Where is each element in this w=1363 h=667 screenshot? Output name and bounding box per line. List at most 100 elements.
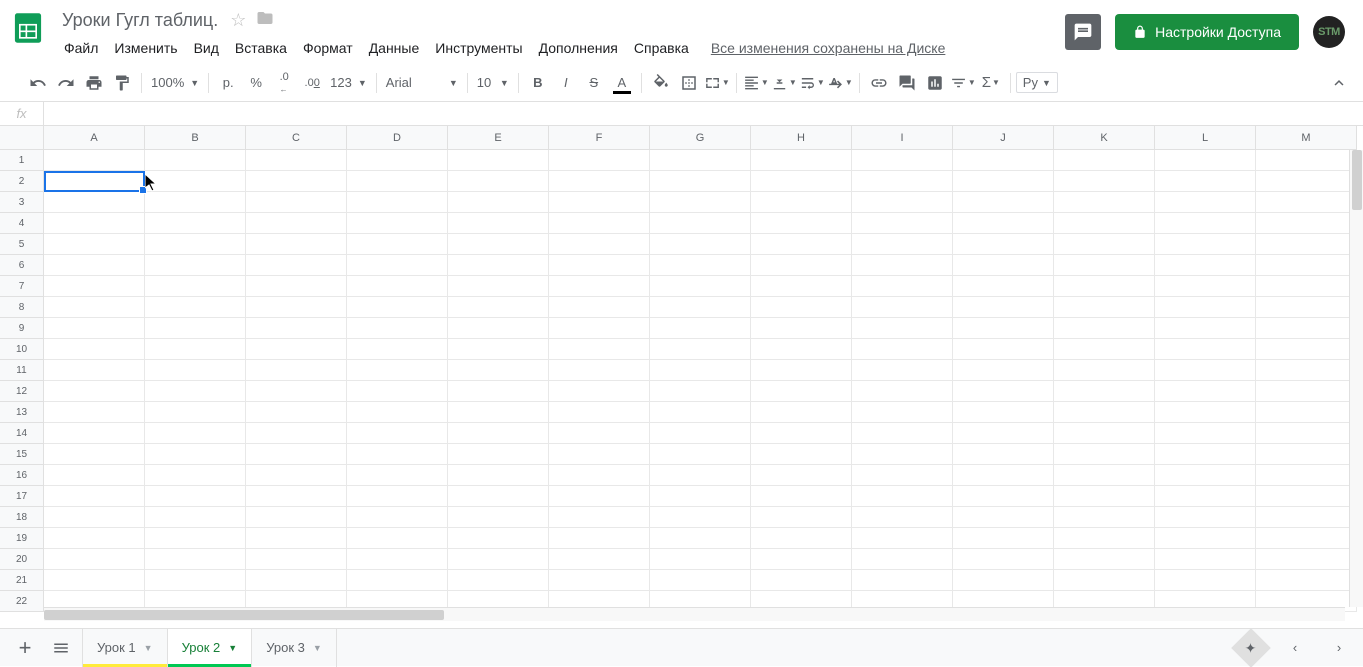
cell[interactable] [1054, 507, 1155, 528]
cell[interactable] [953, 297, 1054, 318]
cell[interactable] [44, 255, 145, 276]
cell[interactable] [347, 444, 448, 465]
cell[interactable] [347, 171, 448, 192]
cell[interactable] [448, 276, 549, 297]
cell[interactable] [347, 150, 448, 171]
chevron-down-icon[interactable]: ▼ [144, 643, 153, 653]
move-folder-icon[interactable] [256, 9, 274, 32]
cell[interactable] [751, 423, 852, 444]
input-method-button[interactable]: Ру▼ [1016, 72, 1058, 93]
cell[interactable] [650, 150, 751, 171]
cell[interactable] [44, 360, 145, 381]
cell[interactable] [1256, 213, 1357, 234]
cell[interactable] [1256, 297, 1357, 318]
cell[interactable] [1155, 192, 1256, 213]
cell[interactable] [751, 318, 852, 339]
cell[interactable] [1054, 381, 1155, 402]
cell[interactable] [145, 444, 246, 465]
cell[interactable] [145, 297, 246, 318]
cell[interactable] [448, 192, 549, 213]
row-header[interactable]: 19 [0, 528, 44, 549]
cell[interactable] [347, 192, 448, 213]
cell[interactable] [1256, 444, 1357, 465]
cell[interactable] [650, 528, 751, 549]
cell[interactable] [549, 192, 650, 213]
cell[interactable] [1256, 486, 1357, 507]
vertical-align-button[interactable]: ▼ [771, 70, 797, 96]
cell[interactable] [852, 192, 953, 213]
column-header[interactable]: K [1054, 126, 1155, 150]
cell[interactable] [246, 171, 347, 192]
cell[interactable] [953, 465, 1054, 486]
cell[interactable] [953, 402, 1054, 423]
cell[interactable] [953, 549, 1054, 570]
column-header[interactable]: C [246, 126, 347, 150]
cell[interactable] [650, 234, 751, 255]
cell[interactable] [145, 507, 246, 528]
cell[interactable] [44, 486, 145, 507]
cell[interactable] [44, 171, 145, 192]
cell[interactable] [1054, 318, 1155, 339]
insert-chart-button[interactable] [922, 70, 948, 96]
cell[interactable] [852, 444, 953, 465]
cell[interactable] [145, 318, 246, 339]
fill-color-button[interactable] [648, 70, 674, 96]
cell[interactable] [650, 486, 751, 507]
cell[interactable] [44, 423, 145, 444]
cell[interactable] [852, 549, 953, 570]
share-button[interactable]: Настройки Доступа [1115, 14, 1299, 50]
cell[interactable] [1054, 339, 1155, 360]
cell[interactable] [347, 360, 448, 381]
cell[interactable] [953, 276, 1054, 297]
cell[interactable] [953, 381, 1054, 402]
formula-input[interactable] [44, 102, 1363, 125]
cell[interactable] [751, 402, 852, 423]
horizontal-scrollbar[interactable] [44, 607, 1345, 621]
cell[interactable] [751, 339, 852, 360]
cell[interactable] [246, 297, 347, 318]
cell[interactable] [953, 570, 1054, 591]
cell[interactable] [751, 465, 852, 486]
cell[interactable] [650, 570, 751, 591]
cell[interactable] [549, 360, 650, 381]
cell[interactable] [1155, 276, 1256, 297]
cell[interactable] [852, 339, 953, 360]
cell[interactable] [650, 213, 751, 234]
cell[interactable] [650, 276, 751, 297]
cell[interactable] [1256, 318, 1357, 339]
cell[interactable] [145, 276, 246, 297]
cell[interactable] [44, 528, 145, 549]
cell[interactable] [448, 423, 549, 444]
cell[interactable] [44, 276, 145, 297]
cell[interactable] [751, 255, 852, 276]
cell[interactable] [549, 381, 650, 402]
cell[interactable] [145, 339, 246, 360]
cell[interactable] [448, 255, 549, 276]
cell[interactable] [1054, 444, 1155, 465]
column-header[interactable]: F [549, 126, 650, 150]
cell[interactable] [1256, 360, 1357, 381]
cell[interactable] [549, 486, 650, 507]
cell[interactable] [852, 528, 953, 549]
cell[interactable] [246, 150, 347, 171]
cell[interactable] [1256, 465, 1357, 486]
user-avatar[interactable]: STM [1313, 16, 1345, 48]
cell[interactable] [852, 150, 953, 171]
cell[interactable] [347, 339, 448, 360]
cell[interactable] [347, 255, 448, 276]
cell[interactable] [650, 255, 751, 276]
cell[interactable] [448, 213, 549, 234]
cell[interactable] [44, 234, 145, 255]
cell[interactable] [347, 318, 448, 339]
column-header[interactable]: L [1155, 126, 1256, 150]
cell[interactable] [448, 402, 549, 423]
cell[interactable] [650, 171, 751, 192]
cell[interactable] [953, 255, 1054, 276]
row-header[interactable]: 15 [0, 444, 44, 465]
cell[interactable] [650, 423, 751, 444]
text-rotation-button[interactable]: ▼ [827, 70, 853, 96]
cell[interactable] [145, 150, 246, 171]
cell[interactable] [751, 570, 852, 591]
cell[interactable] [751, 549, 852, 570]
cell[interactable] [1256, 234, 1357, 255]
